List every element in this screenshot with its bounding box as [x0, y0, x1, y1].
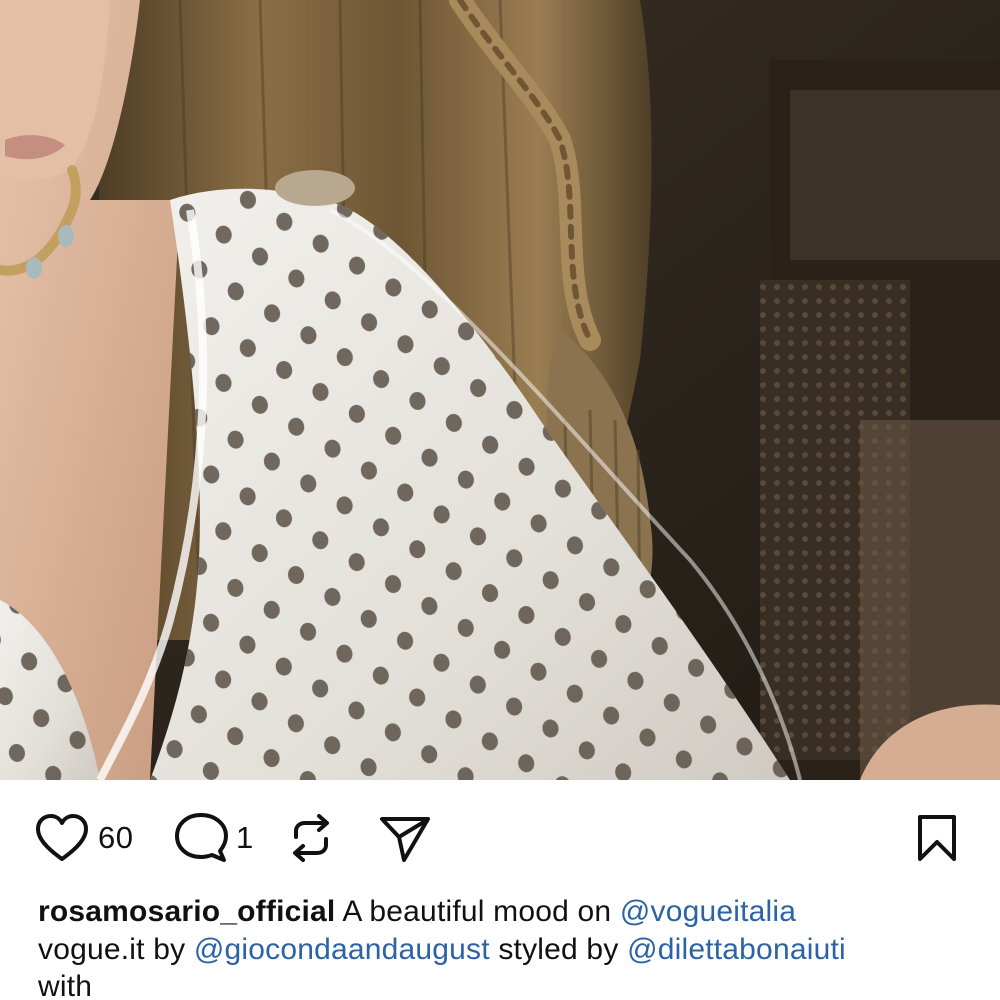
post-photo-illustration [0, 0, 1000, 780]
post-caption: rosamosario_official A beautiful mood on… [38, 893, 968, 1000]
caption-text: styled by [489, 932, 628, 966]
comment-button[interactable]: 1 [174, 800, 254, 876]
paper-plane-icon [380, 817, 430, 862]
caption-mention[interactable]: @vogueitalia [620, 895, 796, 928]
caption-username[interactable]: rosamosario_official [38, 895, 335, 928]
repost-button[interactable] [286, 800, 336, 876]
like-count[interactable]: 60 [98, 820, 133, 856]
like-button[interactable]: 60 [34, 800, 133, 876]
heart-icon [36, 814, 88, 861]
post-action-bar: 60 1 [0, 800, 1000, 876]
repost-icon [293, 814, 329, 862]
post-photo[interactable] [0, 0, 1000, 780]
save-button[interactable] [912, 800, 962, 876]
caption-mention[interactable]: @dilettabonaiuti [627, 933, 846, 966]
caption-text: vogue.it by [38, 932, 194, 966]
caption-text: with [38, 970, 93, 1000]
bookmark-icon [918, 815, 956, 861]
caption-mention[interactable]: @giocondaandaugust [194, 933, 490, 966]
share-button[interactable] [378, 800, 432, 876]
caption-text: A beautiful mood on [335, 895, 620, 928]
instagram-post: 60 1 rosamosario_official A beautiful mo… [0, 0, 1000, 1000]
comment-count[interactable]: 1 [236, 820, 254, 856]
comment-bubble-icon [175, 813, 228, 862]
